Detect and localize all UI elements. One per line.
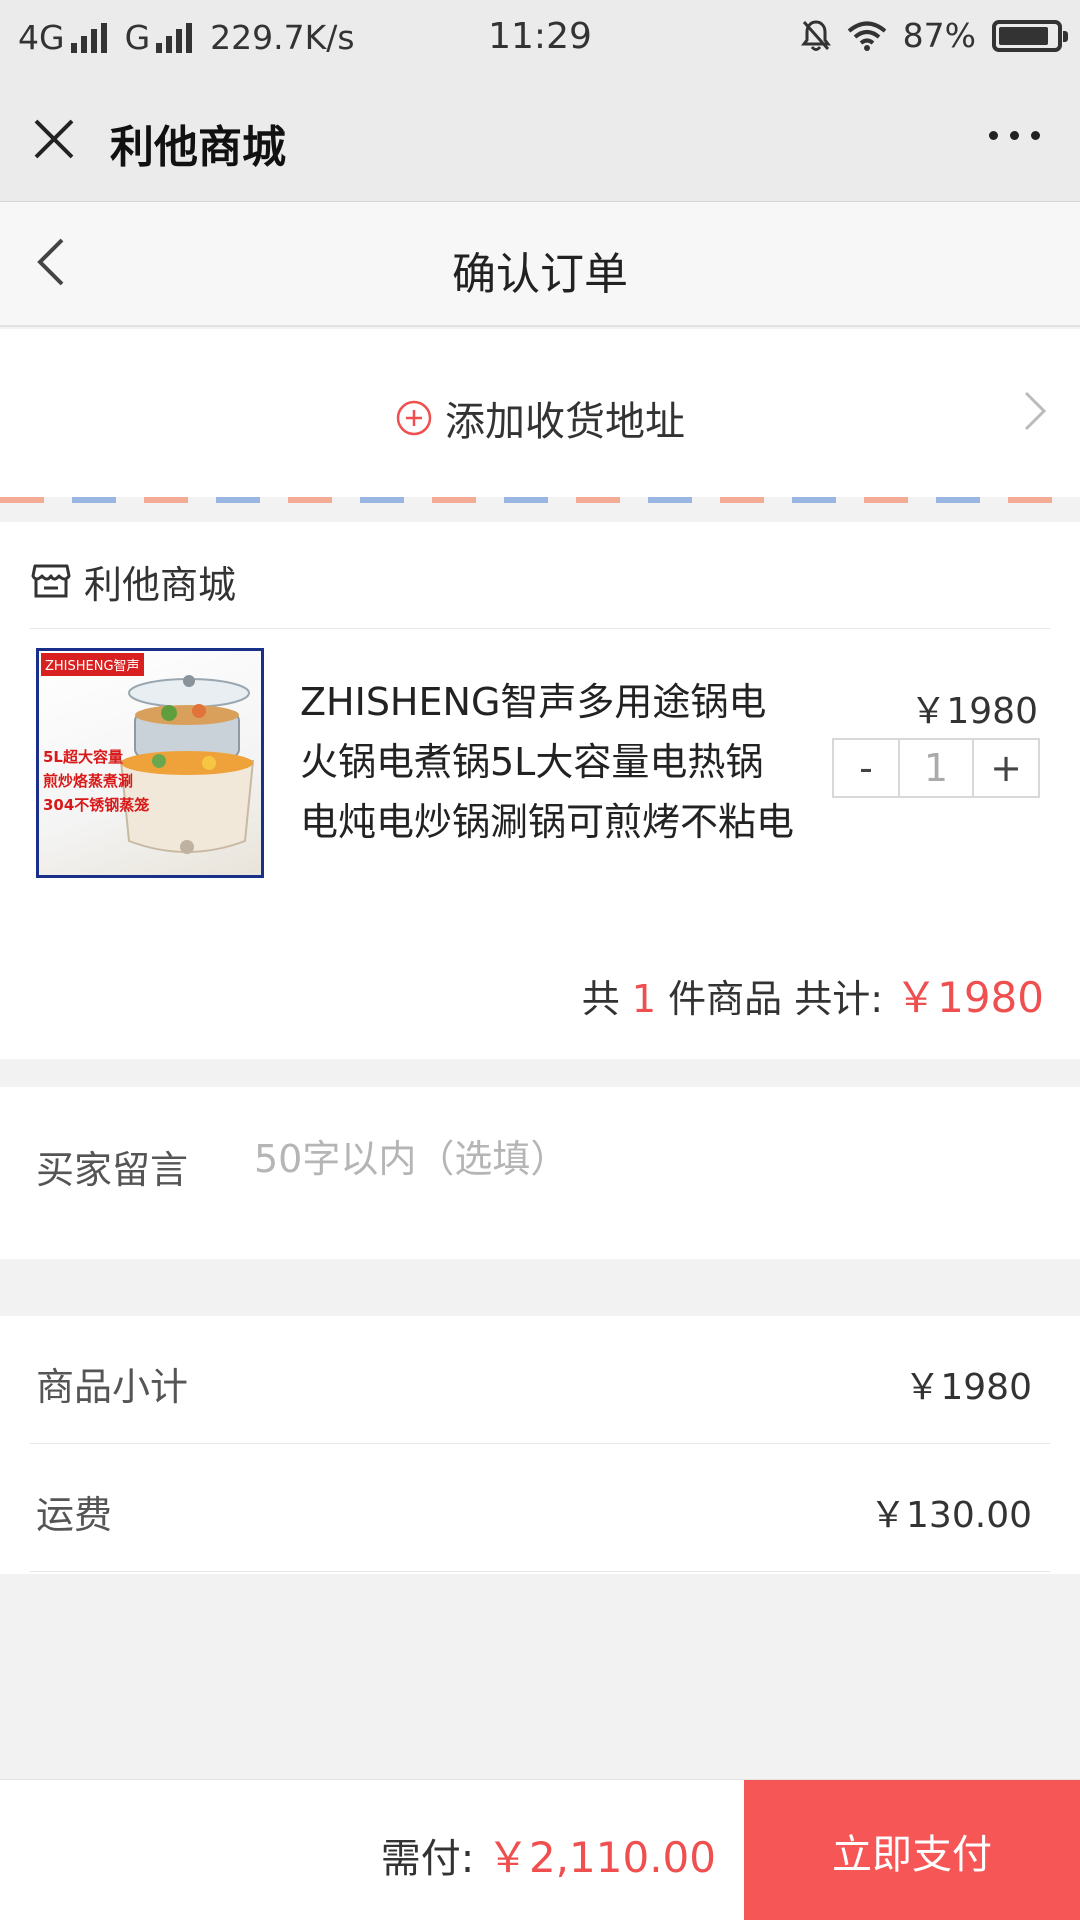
chevron-right-icon	[1024, 391, 1047, 431]
status-bar: 4G G 229.7K/s 11:29 87%	[0, 0, 1080, 75]
more-icon[interactable]	[989, 131, 1040, 140]
shop-name: 利他商城	[84, 562, 237, 607]
total-middle: 件商品 共计:	[656, 977, 896, 1021]
order-card: 利他商城 ZHISHENG智声 5L超大容量 煎炒烙蒸煮涮 304不锈钢蒸笼 Z…	[0, 522, 1080, 1059]
checkout-bar: 需付: ￥2,110.00 立即支付	[0, 1779, 1080, 1920]
add-address-row[interactable]: 添加收货地址	[0, 329, 1080, 497]
product-title[interactable]: ZHISHENG智声多用途锅电火锅电煮锅5L大容量电热锅电炖电炒锅涮锅可煎烤不粘…	[300, 672, 800, 862]
buyer-message-row: 买家留言	[0, 1087, 1080, 1259]
add-address-label: 添加收货地址	[445, 399, 685, 445]
quantity-stepper: - 1 +	[832, 738, 1040, 798]
status-right: 87%	[800, 16, 1068, 55]
product-image-text: 煎炒烙蒸煮涮	[43, 772, 134, 790]
address-stripe-divider	[0, 497, 1080, 503]
shipping-value: ￥130.00	[870, 1495, 1032, 1536]
wechat-title-bar: 利他商城	[0, 75, 1080, 202]
quantity-decrease-button[interactable]: -	[834, 740, 898, 796]
mute-bell-icon	[800, 19, 831, 51]
wifi-icon	[847, 21, 886, 51]
pay-amount: ￥2,110.00	[486, 1833, 716, 1882]
product-image-text: 304不锈钢蒸笼	[43, 796, 150, 814]
subtotal-value: ￥1980	[904, 1367, 1032, 1408]
battery-fill	[999, 26, 1048, 45]
product-image-text: 5L超大容量	[43, 748, 123, 766]
buyer-message-input[interactable]	[254, 1129, 1034, 1189]
pay-label: 需付:	[380, 1836, 487, 1882]
pay-now-button[interactable]: 立即支付	[744, 1780, 1080, 1920]
price-summary: 商品小计 ￥1980 运费 ￥130.00	[0, 1316, 1080, 1574]
shop-row: 利他商城	[30, 552, 1050, 610]
app-title: 利他商城	[110, 122, 286, 173]
page-header: 确认订单	[0, 202, 1080, 327]
battery-percent: 87%	[902, 16, 976, 55]
divider	[30, 628, 1050, 629]
item-count: 1	[631, 977, 657, 1021]
battery-icon	[992, 19, 1068, 52]
screen: 4G G 229.7K/s 11:29 87% 利他商城 确认订单 添加收货地址…	[0, 0, 1080, 1920]
subtotal-label: 商品小计	[36, 1365, 189, 1409]
subtotal-row: 商品小计 ￥1980	[30, 1316, 1050, 1444]
plus-circle-icon	[396, 400, 432, 436]
pay-info: 需付: ￥2,110.00	[381, 1824, 716, 1885]
shop-icon	[31, 564, 71, 598]
quantity-value[interactable]: 1	[898, 740, 974, 796]
total-prefix: 共	[581, 977, 632, 1021]
product-image[interactable]: ZHISHENG智声 5L超大容量 煎炒烙蒸煮涮 304不锈钢蒸笼	[36, 648, 264, 878]
order-total-row: 共 1 件商品 共计: ￥1980	[582, 964, 1044, 1025]
buyer-message-label: 买家留言	[36, 1148, 189, 1192]
page-title: 确认订单	[452, 249, 628, 300]
total-amount: ￥1980	[895, 973, 1044, 1022]
product-price: ￥1980	[910, 691, 1038, 732]
shipping-row: 运费 ￥130.00	[30, 1444, 1050, 1572]
quantity-increase-button[interactable]: +	[974, 740, 1038, 796]
shipping-label: 运费	[36, 1493, 113, 1537]
close-icon[interactable]	[30, 115, 78, 163]
add-address-button[interactable]: 添加收货地址	[0, 389, 1080, 447]
